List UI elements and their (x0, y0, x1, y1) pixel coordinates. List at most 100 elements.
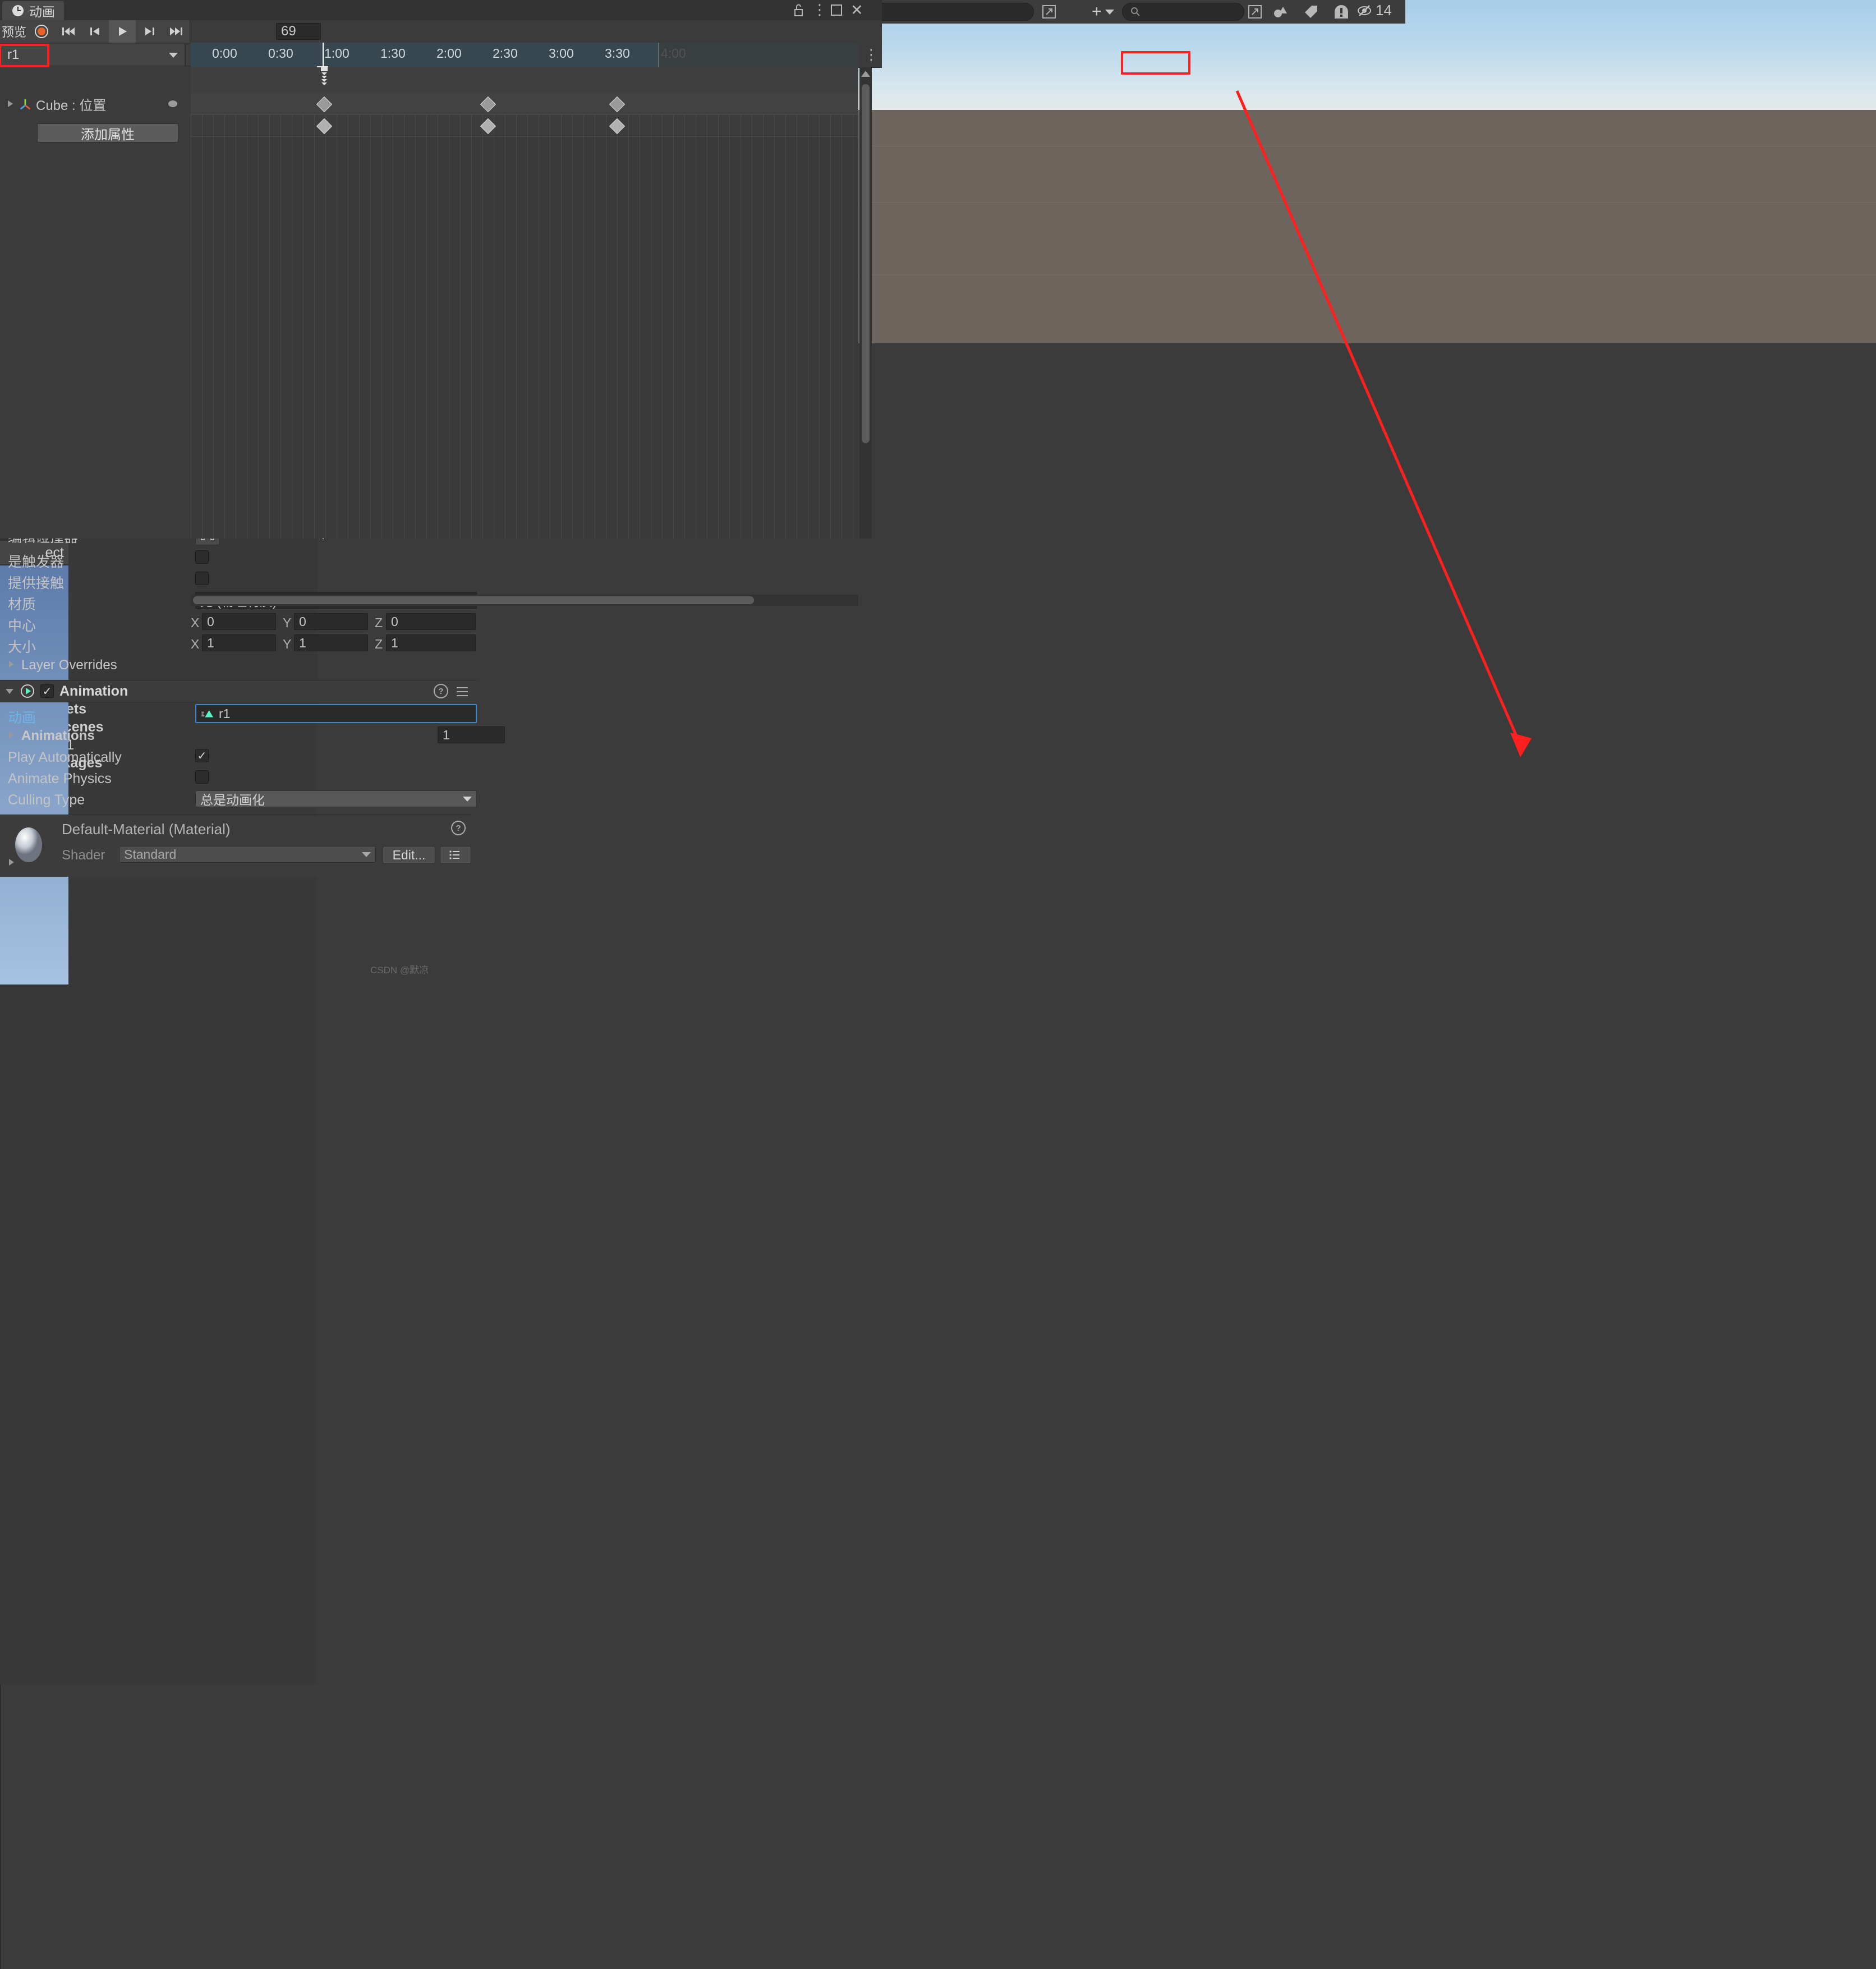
help-icon[interactable]: ? (434, 684, 448, 698)
culling-type-label: Culling Type (8, 792, 85, 808)
size-z-input[interactable]: 1 (386, 634, 476, 651)
project-add-dropdown[interactable]: + (1092, 2, 1123, 21)
component-header-animation[interactable]: ✓ Animation ? (0, 680, 476, 702)
play-icon (119, 27, 127, 36)
provides-contacts-checkbox[interactable] (195, 572, 209, 585)
timeline-ruler[interactable]: 0:00 0:30 1:00 1:30 2:00 2:30 3:00 3:30 … (191, 43, 858, 67)
maximize-icon[interactable] (830, 4, 843, 16)
eye-off-icon (1358, 4, 1371, 16)
hidden-count-button[interactable]: 14 (1357, 2, 1392, 19)
animation-clip-icon (201, 710, 214, 717)
skip-to-start-icon (62, 27, 75, 35)
keyframe[interactable] (609, 96, 626, 113)
size-z-value: 1 (391, 635, 398, 650)
curve-row-cube-position[interactable]: Cube : 位置 (0, 93, 191, 114)
clip-dropdown[interactable]: r1 (0, 44, 185, 66)
plus-icon: + (1092, 2, 1102, 21)
is-trigger-row: 是触发器 (0, 548, 471, 570)
kebab-menu-icon[interactable]: ⋮ (812, 1, 827, 19)
animation-dopesheet[interactable] (191, 67, 858, 539)
animations-foldout[interactable]: Animations 1 (0, 725, 505, 746)
layer-overrides-foldout[interactable]: Layer Overrides (0, 654, 471, 675)
search-by-type-icon[interactable] (1272, 3, 1289, 20)
center-y-input[interactable]: 0 (294, 613, 368, 630)
chevron-right-icon[interactable] (8, 100, 13, 107)
scroll-up-arrow-icon[interactable] (861, 71, 870, 77)
skip-to-start-button[interactable] (55, 20, 82, 43)
search-icon (1131, 7, 1140, 16)
lock-icon[interactable] (792, 3, 804, 17)
ruler-tick-6: 3:00 (549, 46, 574, 61)
size-x-value: 1 (207, 635, 214, 650)
keyframe[interactable] (316, 96, 333, 113)
add-property-button[interactable]: 添加属性 (37, 123, 178, 142)
culling-type-value: 总是动画化 (200, 793, 265, 807)
keyframe[interactable] (480, 96, 496, 113)
is-trigger-checkbox[interactable] (195, 550, 209, 564)
previous-keyframe-button[interactable] (82, 20, 109, 43)
project-search-input[interactable] (1122, 3, 1244, 21)
shader-edit-label: Edit... (392, 847, 426, 862)
animate-physics-checkbox[interactable] (195, 770, 209, 784)
skip-to-end-button[interactable] (163, 20, 190, 43)
collider-center-row: 中心 X 0 Y 0 Z 0 (0, 611, 476, 634)
dopesheet-hscrollbar-thumb[interactable] (193, 596, 754, 604)
center-y-value: 0 (299, 614, 306, 629)
record-icon (35, 25, 48, 38)
ruler-tick-4: 2:00 (436, 46, 462, 61)
tab-animation[interactable]: 动画 (2, 1, 64, 20)
dopesheet-scrollbar-track[interactable] (859, 67, 872, 539)
center-x-input[interactable]: 0 (202, 613, 276, 630)
size-y-input[interactable]: 1 (294, 634, 368, 651)
dopesheet-scrollbar-thumb[interactable] (862, 84, 870, 443)
current-frame-input[interactable]: 69 (276, 23, 321, 40)
shader-menu-button[interactable] (440, 846, 471, 864)
event-track[interactable] (191, 67, 858, 94)
center-x-value: 0 (207, 614, 214, 629)
tab-animation-label: 动画 (29, 4, 55, 19)
animation-enabled-checkbox[interactable]: ✓ (40, 684, 54, 698)
help-icon[interactable]: ? (451, 821, 466, 835)
chevron-right-icon[interactable] (9, 859, 14, 866)
frame-marker-icon (321, 67, 328, 85)
warning-icon[interactable] (1333, 3, 1350, 20)
open-in-new-window-icon[interactable] (1042, 4, 1056, 19)
preview-button[interactable]: 预览 (0, 20, 29, 43)
search-by-label-icon[interactable] (1303, 3, 1319, 20)
dopesheet-summary-row[interactable] (191, 93, 858, 115)
transform-icon (20, 99, 31, 110)
culling-type-dropdown[interactable]: 总是动画化 (195, 790, 477, 807)
chevron-right-icon[interactable] (9, 732, 14, 738)
ruler-tick-2: 1:00 (324, 46, 350, 61)
animation-clip-field[interactable]: r1 (195, 704, 477, 723)
chevron-down-icon[interactable] (6, 688, 13, 694)
record-button[interactable] (28, 20, 56, 43)
shader-edit-button[interactable]: Edit... (383, 846, 435, 864)
current-frame-value: 69 (281, 24, 296, 39)
timeline-options-icon[interactable]: ⋮ (864, 46, 879, 63)
play-automatically-checkbox[interactable]: ✓ (195, 749, 209, 762)
chevron-right-icon[interactable] (9, 661, 14, 668)
center-z-input[interactable]: 0 (386, 613, 476, 630)
collider-center-label: 中心 (8, 618, 36, 634)
inspector-panel[interactable]: ✓ Cube 静态的 标签 Untagged 图层 Default Transf… (0, 4, 505, 1969)
chevron-down-icon (1105, 9, 1114, 15)
material-preview-block[interactable]: Default-Material (Material) Shader Stand… (0, 815, 471, 877)
close-icon[interactable]: ✕ (850, 2, 863, 19)
chevron-down-icon (463, 796, 472, 802)
skip-to-end-icon (170, 27, 182, 35)
curve-row-dot[interactable] (168, 100, 177, 107)
play-automatically-label: Play Automatically (8, 749, 122, 765)
is-trigger-label: 是触发器 (8, 554, 65, 570)
open-in-new-window-icon[interactable] (1248, 4, 1262, 19)
animations-count-input[interactable]: 1 (438, 726, 505, 743)
preset-icon[interactable] (456, 685, 468, 697)
play-button[interactable] (109, 20, 136, 43)
shader-dropdown[interactable]: Standard (119, 846, 376, 863)
animation-property-list[interactable]: Cube : 位置 添加属性 (0, 67, 191, 539)
dopesheet-hscrollbar-track[interactable] (191, 595, 858, 606)
collider-size-label: 大小 (8, 640, 36, 655)
size-x-input[interactable]: 1 (202, 634, 276, 651)
collider-material-label: 材质 (8, 597, 36, 613)
next-keyframe-button[interactable] (136, 20, 163, 43)
